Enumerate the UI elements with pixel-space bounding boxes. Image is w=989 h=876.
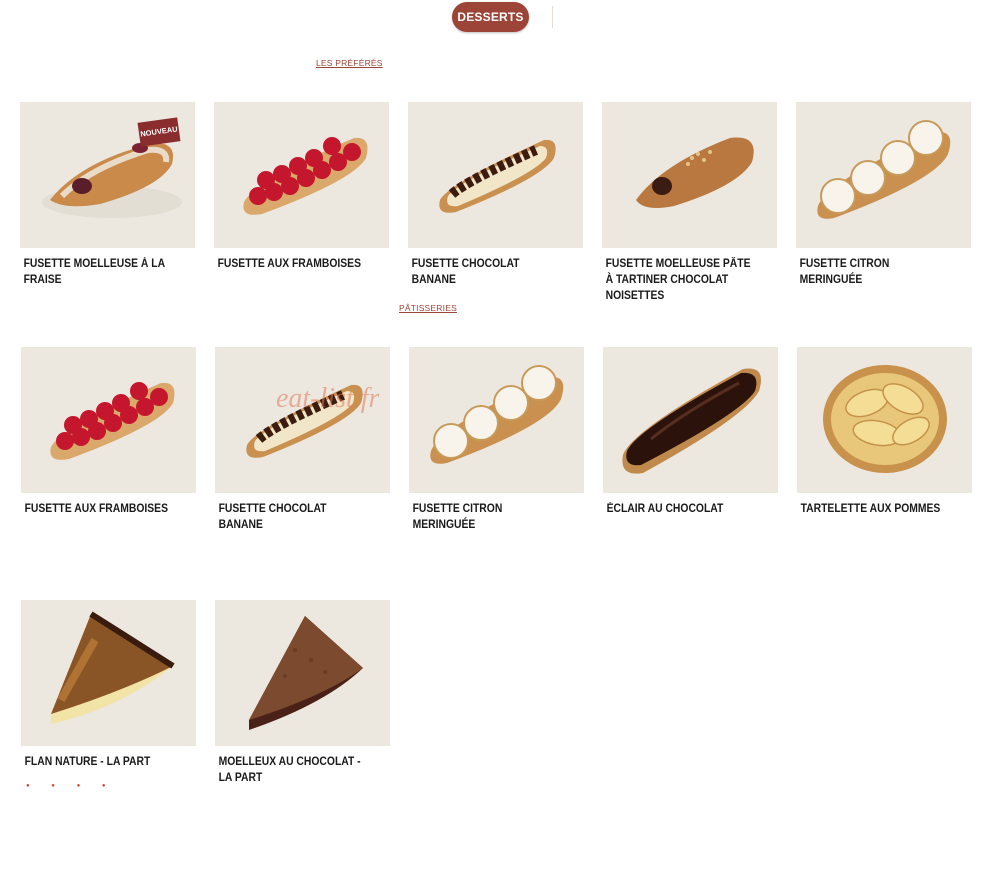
fusette-citron-illustration xyxy=(430,365,564,464)
fusette-framboises-illustration xyxy=(50,382,175,460)
product-card-fusette-pate-a-tartiner[interactable]: FUSETTE MOELLEUSE PÂTE À TARTINER CHOCOL… xyxy=(602,102,777,304)
product-card-fusette-chocolat-banane-2[interactable]: FUSETTE CHOCOLAT BANANE xyxy=(215,347,390,533)
product-card-fusette-citron-meringuee[interactable]: FUSETTE CITRON MERINGUÉE xyxy=(796,102,971,288)
moelleux-chocolat-illustration xyxy=(249,616,363,730)
product-image xyxy=(214,102,389,248)
pagination-dots: ● ● ● ● xyxy=(26,783,116,789)
section-link-pastries[interactable]: PÂTISSERIES xyxy=(399,303,457,313)
product-card-fusette-framboises-2[interactable]: FUSETTE AUX FRAMBOISES xyxy=(21,347,196,517)
product-card-fusette-framboises[interactable]: FUSETTE AUX FRAMBOISES xyxy=(214,102,389,272)
product-image xyxy=(602,102,777,248)
section-link-favorites[interactable]: LES PRÉFÉRÉS xyxy=(316,58,383,68)
fusette-chocolat-banane-illustration xyxy=(246,384,363,458)
product-name[interactable]: MOELLEUX AU CHOCOLAT - LA PART xyxy=(215,754,370,786)
fusette-framboises-illustration xyxy=(243,137,368,215)
flan-nature-illustration xyxy=(51,611,175,724)
product-image xyxy=(21,347,196,493)
product-image xyxy=(215,347,390,493)
fusette-chocolat-banane-illustration xyxy=(439,139,556,213)
product-card-fusette-fraise[interactable]: NOUVEAU FUSETTE MOELLEUSE À LA FRAISE xyxy=(20,102,195,288)
product-card-fusette-chocolat-banane[interactable]: FUSETTE CHOCOLAT BANANE xyxy=(408,102,583,288)
header-divider xyxy=(552,6,553,28)
product-card-moelleux-chocolat[interactable]: MOELLEUX AU CHOCOLAT - LA PART xyxy=(215,600,390,786)
fusette-citron-illustration xyxy=(817,120,951,219)
fusette-pate-a-tartiner-illustration xyxy=(636,137,754,208)
product-image xyxy=(408,102,583,248)
product-name[interactable]: FUSETTE AUX FRAMBOISES xyxy=(21,501,176,517)
product-name[interactable]: FUSETTE MOELLEUSE PÂTE À TARTINER CHOCOL… xyxy=(602,256,757,304)
eclair-chocolat-illustration xyxy=(622,368,761,474)
product-name[interactable]: FLAN NATURE - LA PART xyxy=(21,754,176,770)
product-name[interactable]: FUSETTE CITRON MERINGUÉE xyxy=(409,501,564,533)
watermark-text: eat-list.fr xyxy=(276,383,380,414)
product-image xyxy=(409,347,584,493)
product-card-tartelette-pommes[interactable]: TARTELETTE AUX POMMES xyxy=(797,347,972,517)
product-card-flan-nature[interactable]: FLAN NATURE - LA PART xyxy=(21,600,196,770)
product-image xyxy=(796,102,971,248)
product-name[interactable]: FUSETTE CHOCOLAT BANANE xyxy=(215,501,370,533)
tartelette-pommes-illustration xyxy=(823,365,947,473)
product-image xyxy=(21,600,196,746)
desserts-category-button[interactable]: DESSERTS xyxy=(452,2,529,32)
product-name[interactable]: TARTELETTE AUX POMMES xyxy=(797,501,952,517)
product-image xyxy=(797,347,972,493)
product-name[interactable]: FUSETTE AUX FRAMBOISES xyxy=(214,256,369,272)
product-image xyxy=(603,347,778,493)
product-name[interactable]: FUSETTE MOELLEUSE À LA FRAISE xyxy=(20,256,175,288)
product-name[interactable]: FUSETTE CITRON MERINGUÉE xyxy=(796,256,951,288)
product-name[interactable]: ÉCLAIR AU CHOCOLAT xyxy=(603,501,758,517)
product-image: NOUVEAU xyxy=(20,102,195,248)
product-image xyxy=(215,600,390,746)
product-card-fusette-citron-meringuee-2[interactable]: FUSETTE CITRON MERINGUÉE xyxy=(409,347,584,533)
product-card-eclair-chocolat[interactable]: ÉCLAIR AU CHOCOLAT xyxy=(603,347,778,517)
product-name[interactable]: FUSETTE CHOCOLAT BANANE xyxy=(408,256,563,288)
